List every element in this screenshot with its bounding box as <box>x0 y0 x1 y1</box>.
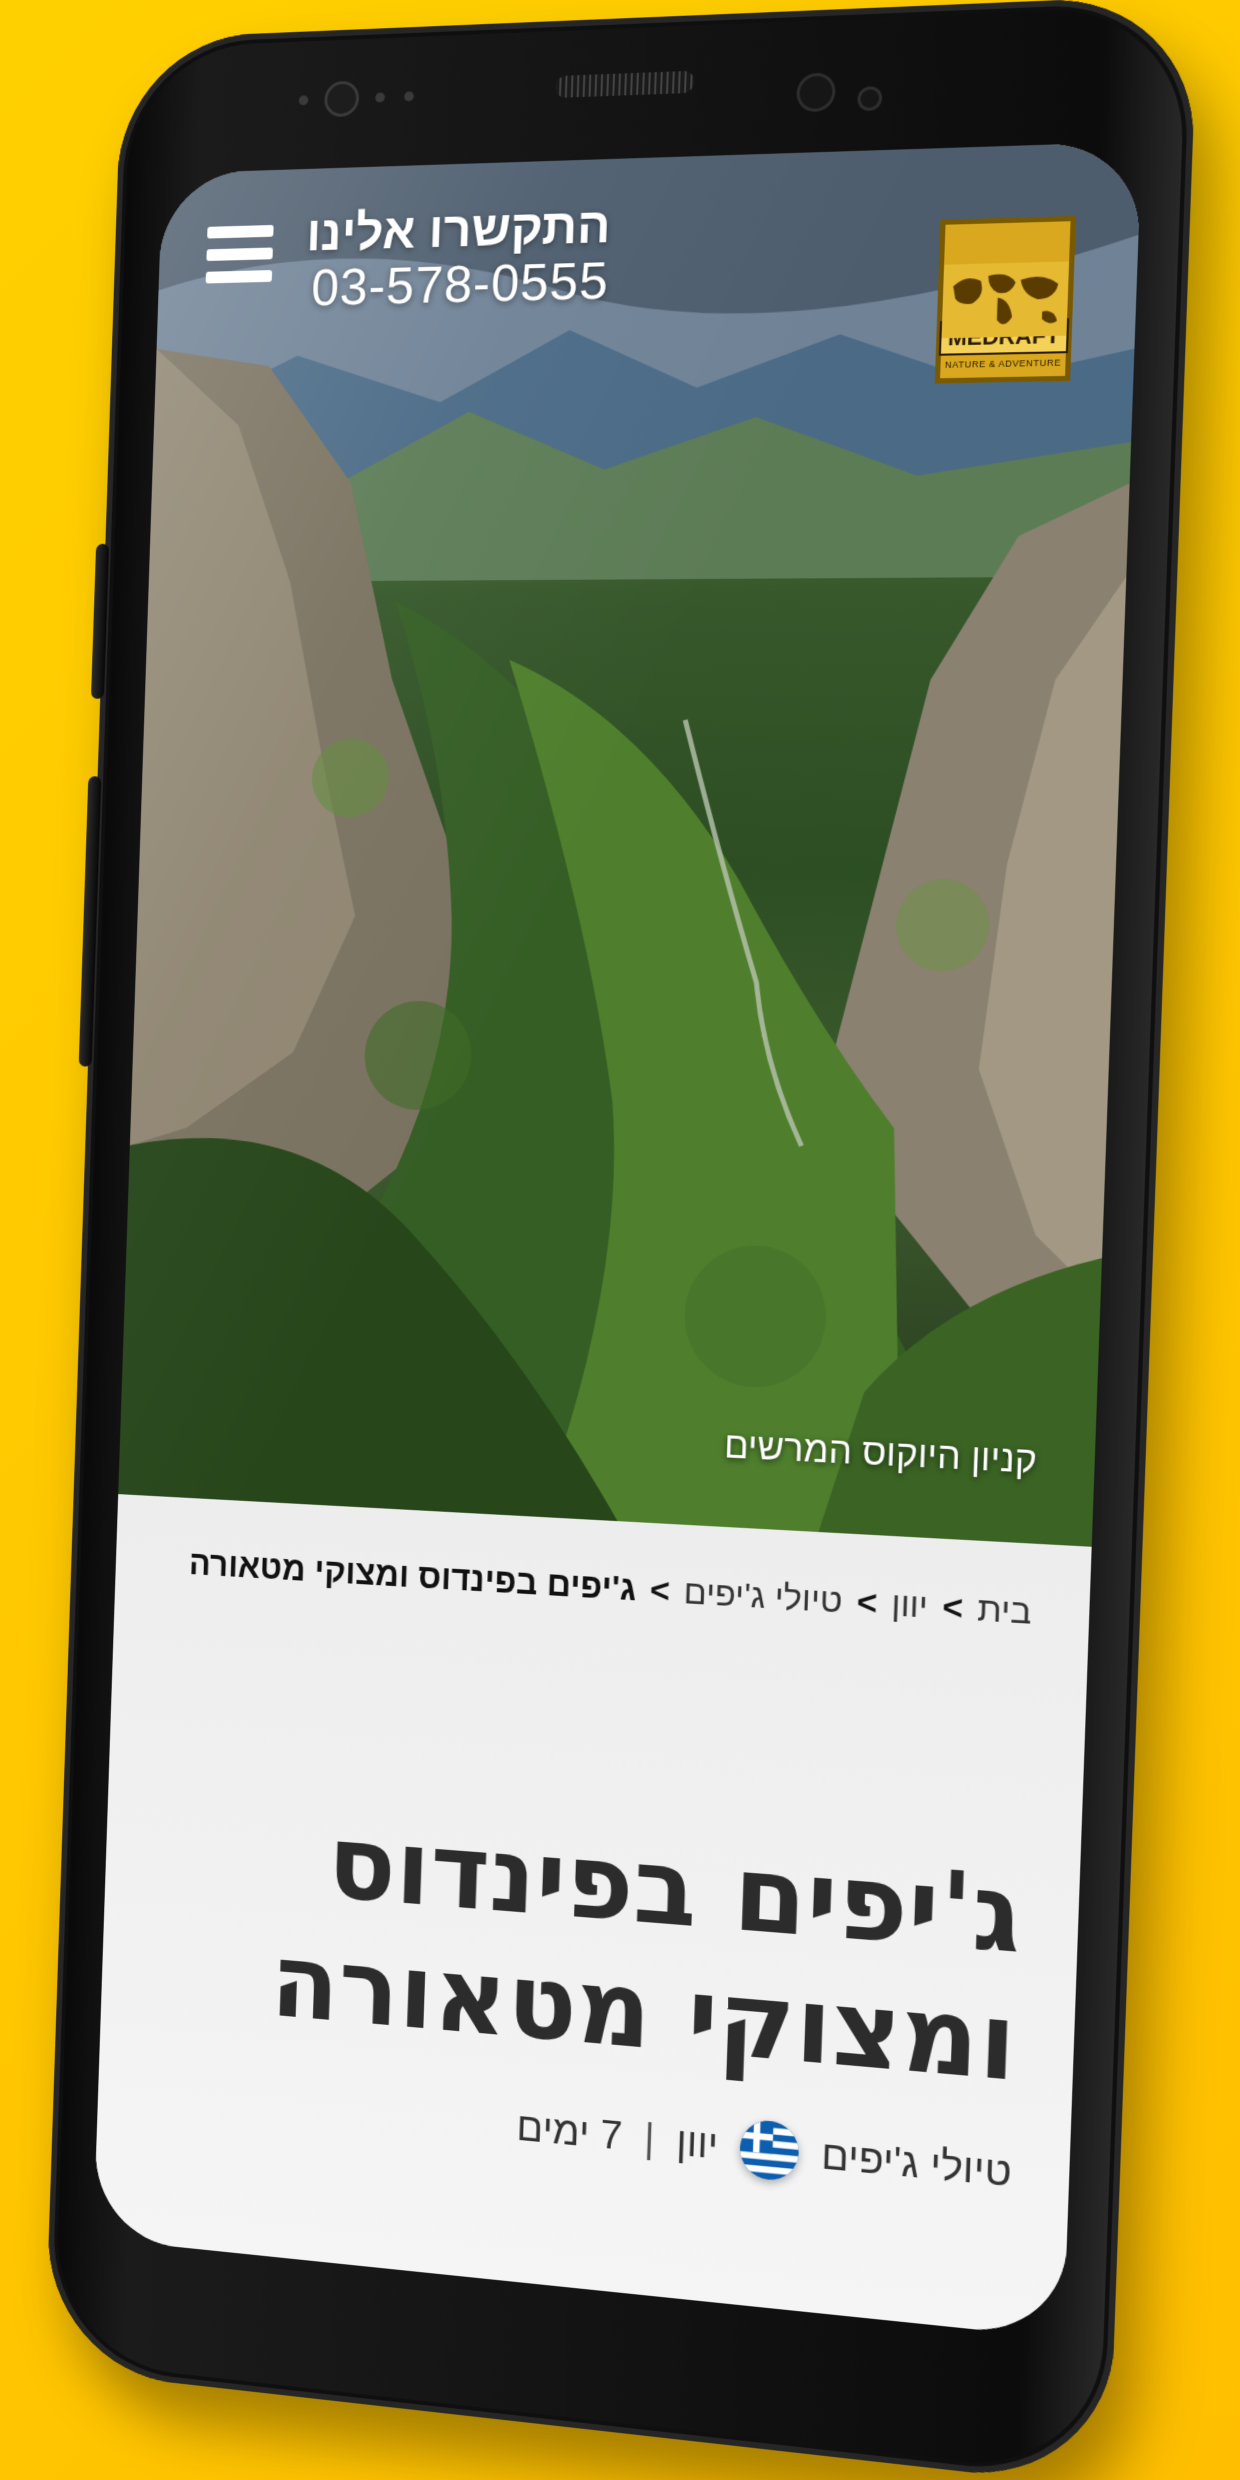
phone-number-link[interactable]: 03-578-0555 <box>304 252 609 319</box>
breadcrumb: בית > יוון > טיולי ג'יפים > ג'יפים בפינד… <box>189 1545 1033 1633</box>
contact-us[interactable]: התקשרו אלינו 03-578-0555 <box>304 197 612 319</box>
greece-flag-icon <box>739 2118 800 2183</box>
world-map-icon <box>941 261 1070 339</box>
breadcrumb-jeep-trips[interactable]: טיולי ג'יפים <box>683 1573 843 1622</box>
sensor-dot <box>298 95 309 106</box>
breadcrumb-current: ג'יפים בפינדוס ומצוקי מטאורה <box>188 1544 637 1609</box>
menu-bar <box>206 247 273 262</box>
sensor-dot <box>375 92 386 103</box>
breadcrumb-separator: > <box>941 1587 964 1628</box>
phone-device: התקשרו אלינו 03-578-0555 MEDRAFT NATURE … <box>44 0 1199 2480</box>
trip-meta: טיולי ג'יפים יוון | 7 ימים <box>516 2098 1013 2203</box>
hamburger-menu-icon[interactable] <box>205 219 274 289</box>
phone-screen: התקשרו אלינו 03-578-0555 MEDRAFT NATURE … <box>93 141 1142 2339</box>
breadcrumb-home[interactable]: בית <box>977 1590 1033 1633</box>
breadcrumb-greece[interactable]: יוון <box>891 1585 929 1627</box>
contact-label: התקשרו אלינו <box>305 197 612 262</box>
breadcrumb-separator: > <box>649 1571 671 1611</box>
hero-image: התקשרו אלינו 03-578-0555 MEDRAFT NATURE … <box>118 141 1142 1547</box>
iris-sensor <box>326 83 357 115</box>
trip-content: בית > יוון > טיולי ג'יפים > ג'יפים בפינד… <box>93 1494 1092 2339</box>
yellow-background: התקשרו אלינו 03-578-0555 MEDRAFT NATURE … <box>0 0 1240 2480</box>
meta-divider: | <box>643 2116 656 2162</box>
trip-category-link[interactable]: טיולי ג'יפים <box>820 2132 1012 2196</box>
menu-bar <box>207 224 274 239</box>
medraft-logo[interactable]: MEDRAFT NATURE & ADVENTURE <box>934 215 1076 384</box>
page-title: ג'יפים בפינדוס ומצוקי מטאורה <box>259 1796 1023 2107</box>
front-sensors <box>298 81 415 115</box>
trip-duration: 7 ימים <box>515 2104 624 2159</box>
menu-bar <box>205 270 273 284</box>
sensor-dot <box>404 91 415 102</box>
breadcrumb-separator: > <box>856 1582 878 1623</box>
trip-country: יוון <box>675 2119 719 2168</box>
